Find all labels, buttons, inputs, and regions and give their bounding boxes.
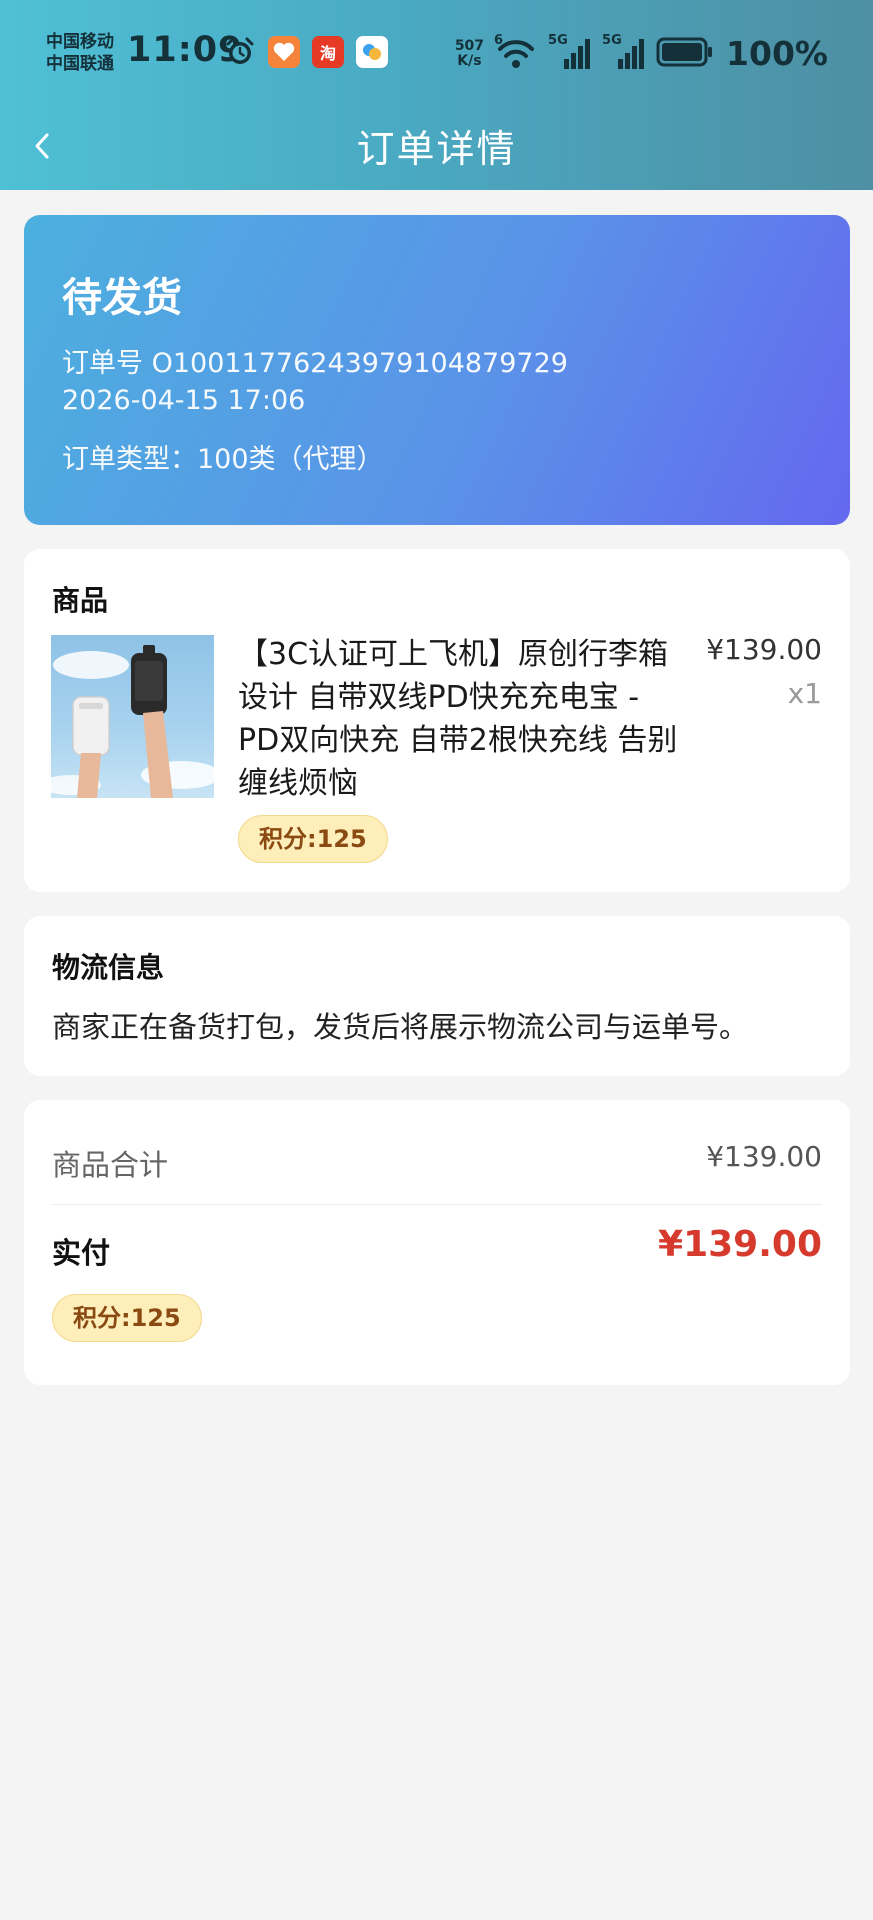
logistics-title: 物流信息 <box>52 951 165 984</box>
taobao-app-icon: 淘 <box>312 36 344 68</box>
product-section-title: 商品 <box>52 584 109 617</box>
signal-5g-icon-2: 5G <box>602 33 646 71</box>
title-bar: 订单详情 <box>0 106 873 190</box>
carrier-labels: 中国移动 中国联通 <box>46 31 114 75</box>
order-type-row: 订单类型：100类（代理） <box>62 437 384 476</box>
summary-divider <box>52 1204 822 1205</box>
wifi-icon: 6 <box>494 33 538 71</box>
order-type-label: 订单类型： <box>62 444 197 475</box>
battery-percent: 100% <box>726 34 828 73</box>
order-number[interactable]: O100117762439791048797​29 <box>152 348 568 379</box>
net-speed-value: 507 <box>454 37 485 54</box>
health-app-icon <box>268 36 300 68</box>
signal-2-label: 5G <box>602 32 622 48</box>
points-badge: 积分:125 <box>238 815 388 863</box>
summary-points-badge: 积分:125 <box>52 1294 202 1342</box>
order-status: 待发货 <box>62 275 182 321</box>
battery-icon <box>656 37 714 71</box>
carrier-2: 中国联通 <box>46 54 114 74</box>
logistics-message: 商家正在备货打包，发货后将展示物流公司与运单号。 <box>52 1010 749 1044</box>
product-image[interactable] <box>51 635 214 798</box>
order-datetime: 2026-04-15 17:06 <box>62 385 306 416</box>
order-number-row: 订单号 O100117762439791048797​29 <box>62 341 568 380</box>
wifi-label: 6 <box>494 32 504 48</box>
signal-5g-icon-1: 5G <box>548 33 592 71</box>
alipay-app-icon <box>356 36 388 68</box>
net-speed-unit: K/s <box>457 52 482 69</box>
order-number-label: 订单号 <box>62 348 143 379</box>
status-bar: 中国移动 中国联通 11:09 淘 507 K/s 6 5G 5G 100% <box>0 0 873 106</box>
carrier-1: 中国移动 <box>46 32 114 52</box>
paid-label: 实付 <box>52 1236 111 1270</box>
payment-summary-card: 商品合计 ¥139.00 实付 ¥139.00 积分:125 <box>24 1100 850 1385</box>
paid-amount: ¥139.00 <box>658 1224 822 1265</box>
product-price: ¥139.00 <box>706 633 822 666</box>
subtotal-value: ¥139.00 <box>706 1140 822 1173</box>
product-quantity: x1 <box>787 677 822 710</box>
page-title: 订单详情 <box>356 127 517 171</box>
net-speed: 507 K/s <box>454 37 485 69</box>
app-header: 中国移动 中国联通 11:09 淘 507 K/s 6 5G 5G 100% 订… <box>0 0 873 190</box>
notification-icons: 淘 <box>224 36 388 68</box>
logistics-card: 物流信息 商家正在备货打包，发货后将展示物流公司与运单号。 <box>24 916 850 1076</box>
alarm-icon <box>224 36 256 68</box>
product-name[interactable]: 【3C认证可上飞机】原创行李箱设计 自带双线PD快充充电宝 - PD双向快充 自… <box>238 633 688 805</box>
system-icons: 507 K/s 6 5G 5G 100% <box>454 33 828 74</box>
product-card: 商品 【3C认证可上飞机】原创行李箱设计 自带双线PD快充充电宝 - PD双向快… <box>24 549 850 892</box>
order-type-value: 100类（代理） <box>197 444 384 475</box>
order-status-card: 待发货 订单号 O100117762439791048797​29 2026-0… <box>24 215 850 525</box>
signal-1-label: 5G <box>548 32 568 48</box>
subtotal-label: 商品合计 <box>52 1148 169 1182</box>
taobao-glyph: 淘 <box>319 44 336 63</box>
